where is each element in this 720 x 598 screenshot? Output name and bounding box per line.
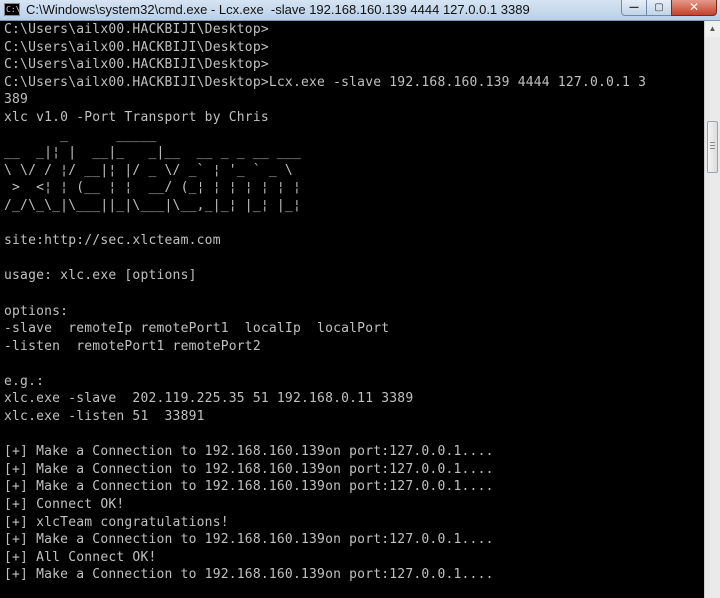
console-line: e.g.: [4,373,45,389]
console-line: __ _|¦ | __|_ _|__ __ _ _ __ ___ [4,145,301,161]
scroll-up-arrow-icon[interactable]: ▲ [705,21,720,37]
console-line: C:\Users\ailx00.HACKBIJI\Desktop> [4,57,269,73]
vertical-scrollbar[interactable]: ▲ [704,21,720,598]
console-line: [+] All Connect OK! [4,549,157,565]
console-line: _ _____ [4,127,157,143]
console-line: [+] Connect OK! [4,497,125,513]
thumb-grip-line [710,142,715,143]
console-line: site:http://sec.xlcteam.com [4,233,221,249]
console-line: C:\Users\ailx00.HACKBIJI\Desktop> [4,39,269,55]
minimize-button[interactable]: — [621,0,647,16]
console-line: /_/\_\_|\___||_|\___|\__,_|_¦ |_¦ |_¦ [4,197,301,213]
window-title: C:\Windows\system32\cmd.exe - Lcx.exe -s… [26,2,530,17]
close-button[interactable]: ✕ [671,0,717,16]
console-line: usage: xlc.exe [options] [4,268,197,284]
console-line: [+] Make a Connection to 192.168.160.139… [4,444,494,460]
maximize-button[interactable]: ▢ [646,0,672,16]
maximize-icon: ▢ [654,2,664,13]
console-line: [+] Make a Connection to 192.168.160.139… [4,532,494,548]
console-line: [+] xlcTeam congratulations! [4,514,229,530]
console-line: [+] Make a Connection to 192.168.160.139… [4,461,494,477]
console-line: [+] Make a Connection to 192.168.160.139… [4,567,494,583]
console-line: xlc.exe -slave 202.119.225.35 51 192.168… [4,391,414,407]
console-line: options: [4,303,69,319]
console-line: \ \/ / ¦/ __|¦ |/ _ \/ _` ¦ '_ ` _ \ [4,162,293,178]
console-output[interactable]: C:\Users\ailx00.HACKBIJI\Desktop> C:\User… [4,21,702,598]
minimize-icon: — [629,2,639,13]
scrollbar-thumb[interactable] [707,121,718,173]
cmd-window: C:\ C:\Windows\system32\cmd.exe - Lcx.ex… [0,0,720,598]
console-line: [+] Make a Connection to 192.168.160.139… [4,479,494,495]
close-icon: ✕ [688,0,700,14]
console-line: -listen remotePort1 remotePort2 [4,338,261,354]
thumb-grip-line [710,145,715,146]
console-line: -slave remoteIp remotePort1 localIp loca… [4,321,390,337]
console-line: xlc.exe -listen 51 33891 [4,409,205,425]
console-line: > <¦ ¦ (__ ¦ ¦ __/ (_¦ ¦ ¦ ¦ ¦ ¦ ¦ [4,180,301,196]
cmd-app-icon[interactable]: C:\ [4,3,20,16]
console-line: xlc v1.0 -Port Transport by Chris [4,109,269,125]
console-line: C:\Users\ailx00.HACKBIJI\Desktop>Lcx.exe… [4,74,647,90]
title-bar[interactable]: C:\ C:\Windows\system32\cmd.exe - Lcx.ex… [0,0,720,21]
console-line: C:\Users\ailx00.HACKBIJI\Desktop> [4,22,269,37]
console-line: 389 [4,92,29,108]
thumb-grip-line [710,148,715,149]
